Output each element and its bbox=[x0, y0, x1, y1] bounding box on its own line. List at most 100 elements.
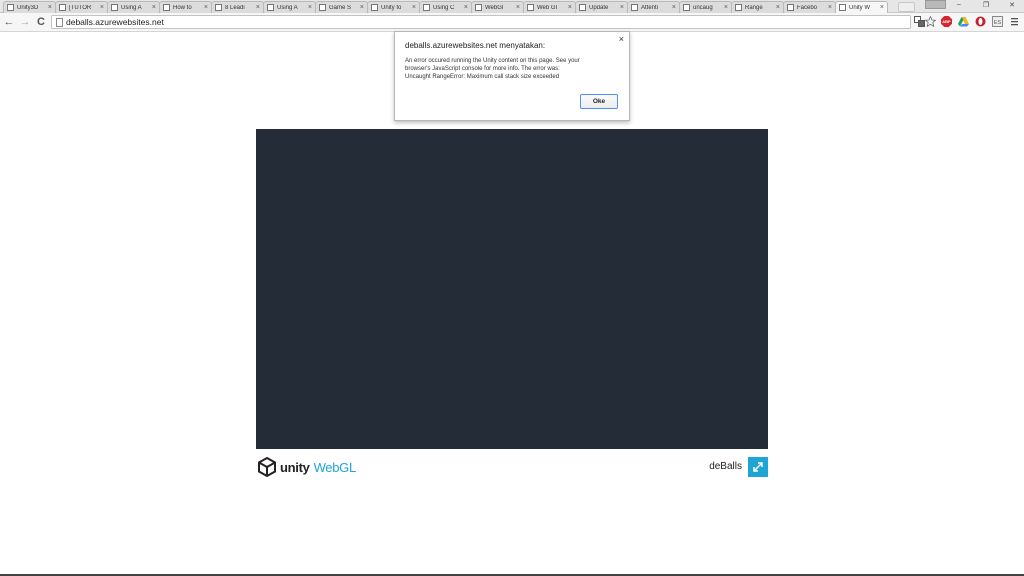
tab-favicon-icon bbox=[475, 4, 482, 11]
browser-tab[interactable]: Attenti × bbox=[627, 1, 680, 13]
tab-label: Web Gl bbox=[537, 4, 557, 11]
browser-tab[interactable]: Unity W × bbox=[835, 1, 888, 13]
close-window-button[interactable]: ✕ bbox=[1005, 1, 1019, 9]
unity-logo-icon bbox=[258, 457, 276, 477]
tab-close-icon[interactable]: × bbox=[776, 4, 780, 11]
tab-favicon-icon bbox=[371, 4, 378, 11]
tab-favicon-icon bbox=[7, 4, 14, 11]
tab-label: Update bbox=[589, 4, 609, 11]
fullscreen-icon bbox=[753, 462, 763, 472]
browser-tab[interactable]: Unity3D × bbox=[3, 1, 56, 13]
tab-favicon-icon bbox=[683, 4, 690, 11]
browser-tab[interactable]: Update × bbox=[575, 1, 628, 13]
browser-tab[interactable]: Facebo × bbox=[783, 1, 836, 13]
tab-favicon-icon bbox=[111, 4, 118, 11]
browser-tab[interactable]: Using A × bbox=[107, 1, 160, 13]
browser-tab[interactable]: Web Gl × bbox=[523, 1, 576, 13]
tab-favicon-icon bbox=[59, 4, 66, 11]
tab-close-icon[interactable]: × bbox=[568, 4, 572, 11]
tab-close-icon[interactable]: × bbox=[360, 4, 364, 11]
unity-webgl-logo: unity WebGL bbox=[257, 457, 367, 477]
logo-webgl-text: WebGL bbox=[313, 459, 357, 475]
minimize-button[interactable]: – bbox=[952, 1, 966, 8]
tab-favicon-icon bbox=[839, 4, 846, 11]
browser-tab[interactable]: [TUTOR × bbox=[55, 1, 108, 13]
profile-button[interactable] bbox=[925, 0, 946, 9]
tab-favicon-icon bbox=[631, 4, 638, 11]
adblock-icon[interactable]: ABP bbox=[941, 16, 952, 27]
address-url: deballs.azurewebsites.net bbox=[66, 17, 164, 27]
tab-favicon-icon bbox=[215, 4, 222, 11]
tab-close-icon[interactable]: × bbox=[152, 4, 156, 11]
browser-tab[interactable]: Game S × bbox=[315, 1, 368, 13]
address-bar[interactable]: deballs.azurewebsites.net bbox=[51, 15, 911, 29]
menu-icon[interactable] bbox=[1009, 16, 1020, 27]
alert-message: An error occured running the Unity conte… bbox=[405, 57, 605, 81]
tab-close-icon[interactable]: × bbox=[828, 4, 832, 11]
tab-close-icon[interactable]: × bbox=[620, 4, 624, 11]
tab-close-icon[interactable]: × bbox=[464, 4, 468, 11]
browser-tab[interactable]: How to × bbox=[159, 1, 212, 13]
svg-text:ABP: ABP bbox=[942, 19, 951, 24]
drive-icon[interactable] bbox=[958, 16, 969, 27]
tab-close-icon[interactable]: × bbox=[412, 4, 416, 11]
tab-label: Range bbox=[745, 4, 763, 11]
tab-favicon-icon bbox=[423, 4, 430, 11]
tab-close-icon[interactable]: × bbox=[100, 4, 104, 11]
translate-icon[interactable] bbox=[914, 16, 925, 27]
page-icon bbox=[56, 18, 63, 27]
restore-button[interactable]: ❐ bbox=[979, 1, 993, 9]
tab-close-icon[interactable]: × bbox=[724, 4, 728, 11]
tab-label: Facebo bbox=[797, 4, 818, 11]
logo-unity-text: unity bbox=[280, 459, 310, 475]
alert-ok-button[interactable]: Oke bbox=[580, 94, 618, 109]
extension-icon[interactable]: ES bbox=[992, 16, 1003, 27]
tab-label: Using A bbox=[277, 4, 298, 11]
unity-canvas[interactable] bbox=[256, 129, 768, 449]
tab-close-icon[interactable]: × bbox=[48, 4, 52, 11]
alert-message-line: browser's JavaScript console for more in… bbox=[405, 66, 560, 72]
browser-tab[interactable]: Unity fo × bbox=[367, 1, 420, 13]
forward-button[interactable]: → bbox=[18, 15, 32, 29]
tab-label: 8 Leadi bbox=[225, 4, 245, 11]
tab-label: Unity W bbox=[849, 4, 870, 11]
tab-label: [TUTOR bbox=[69, 4, 92, 11]
tab-label: How to bbox=[173, 4, 192, 11]
alert-message-line: An error occured running the Unity conte… bbox=[405, 58, 580, 64]
new-tab-button[interactable] bbox=[898, 2, 915, 12]
tab-favicon-icon bbox=[579, 4, 586, 11]
tab-favicon-icon bbox=[787, 4, 794, 11]
tab-close-icon[interactable]: × bbox=[516, 4, 520, 11]
tab-favicon-icon bbox=[163, 4, 170, 11]
browser-tab[interactable]: uncaug × bbox=[679, 1, 732, 13]
alert-close-button[interactable]: × bbox=[619, 34, 624, 44]
fullscreen-button[interactable] bbox=[748, 457, 768, 477]
reload-button[interactable]: C bbox=[34, 15, 48, 29]
tab-label: Attenti bbox=[641, 4, 659, 11]
alert-title: deballs.azurewebsites.net menyatakan: bbox=[405, 41, 546, 50]
alert-dialog: deballs.azurewebsites.net menyatakan: × … bbox=[394, 31, 630, 121]
browser-tab[interactable]: Using A × bbox=[263, 1, 316, 13]
alert-message-line: Uncaught RangeError: Maximum call stack … bbox=[405, 74, 560, 80]
tab-label: WebGl bbox=[485, 4, 504, 11]
back-button[interactable]: ← bbox=[2, 15, 16, 29]
browser-tab[interactable]: Range × bbox=[731, 1, 784, 13]
browser-toolbar: ← → C deballs.azurewebsites.net ABP ES bbox=[0, 13, 1024, 32]
tab-label: Game S bbox=[329, 4, 352, 11]
tab-close-icon[interactable]: × bbox=[672, 4, 676, 11]
browser-tab[interactable]: WebGl × bbox=[471, 1, 524, 13]
tab-label: Using A bbox=[121, 4, 142, 11]
tab-close-icon[interactable]: × bbox=[256, 4, 260, 11]
svg-text:ES: ES bbox=[994, 20, 1002, 26]
browser-tab[interactable]: Using C × bbox=[419, 1, 472, 13]
tab-label: Using C bbox=[433, 4, 455, 11]
tab-close-icon[interactable]: × bbox=[880, 4, 884, 11]
tab-close-icon[interactable]: × bbox=[204, 4, 208, 11]
tab-label: Unity fo bbox=[381, 4, 402, 11]
browser-tab[interactable]: 8 Leadi × bbox=[211, 1, 264, 13]
tab-strip: Unity3D × [TUTOR × Using A × How to × 8 Leadi × Us… bbox=[0, 0, 1024, 13]
bookmark-star-icon[interactable] bbox=[925, 16, 936, 27]
tab-close-icon[interactable]: × bbox=[308, 4, 312, 11]
game-title: deBalls bbox=[709, 461, 742, 472]
opera-icon[interactable] bbox=[975, 16, 986, 27]
